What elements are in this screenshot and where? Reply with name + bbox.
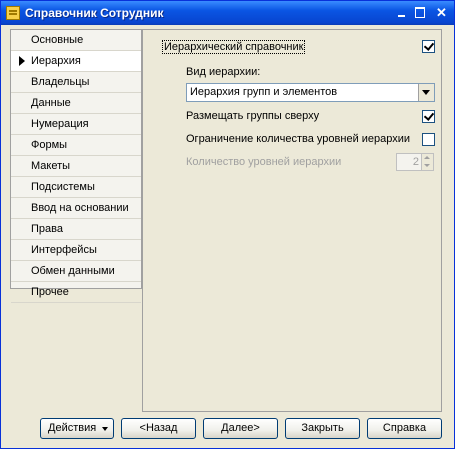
sidebar-item-interfaces[interactable]: Интерфейсы bbox=[11, 240, 141, 261]
sidebar-item-rights[interactable]: Права bbox=[11, 219, 141, 240]
dropdown-arrow-icon[interactable] bbox=[418, 84, 434, 101]
help-button[interactable]: Справка bbox=[367, 418, 442, 439]
sidebar-item-label: Нумерация bbox=[31, 118, 89, 130]
sidebar-item-label: Владельцы bbox=[31, 76, 90, 88]
title-bar[interactable]: Справочник Сотрудник ✕ bbox=[1, 1, 454, 25]
hierarchical-catalog-label[interactable]: Иерархический справочник bbox=[162, 40, 306, 54]
actions-button-label: Действия bbox=[48, 422, 97, 434]
minimize-button[interactable] bbox=[394, 5, 409, 20]
groups-on-top-label: Размещать группы сверху bbox=[186, 110, 320, 122]
next-button[interactable]: Далее> bbox=[203, 418, 278, 439]
sidebar-item-label: Данные bbox=[31, 97, 71, 109]
sidebar-item-numbering[interactable]: Нумерация bbox=[11, 114, 141, 135]
sidebar-item-label: Иерархия bbox=[31, 55, 81, 67]
sidebar-item-label: Ввод на основании bbox=[31, 202, 129, 214]
catalog-icon bbox=[6, 6, 20, 20]
close-button[interactable]: Закрыть bbox=[285, 418, 360, 439]
sidebar-item-label: Права bbox=[31, 223, 63, 235]
sidebar-item-label: Формы bbox=[31, 139, 68, 151]
sidebar-item-label: Основные bbox=[31, 34, 84, 46]
sidebar-item-input-based-on[interactable]: Ввод на основании bbox=[11, 198, 141, 219]
sidebar-item-basic[interactable]: Основные bbox=[11, 30, 141, 51]
hierarchical-catalog-checkbox[interactable] bbox=[422, 40, 435, 53]
sidebar-item-templates[interactable]: Макеты bbox=[11, 156, 141, 177]
sidebar-item-label: Обмен данными bbox=[31, 265, 115, 277]
sidebar-item-subsystems[interactable]: Подсистемы bbox=[11, 177, 141, 198]
actions-button[interactable]: Действия bbox=[40, 418, 114, 439]
sidebar-item-label: Подсистемы bbox=[31, 181, 95, 193]
limit-levels-checkbox[interactable] bbox=[422, 133, 435, 146]
current-item-arrow-icon bbox=[19, 56, 25, 66]
hierarchy-type-label: Вид иерархии: bbox=[186, 66, 261, 78]
spin-down-icon[interactable] bbox=[421, 162, 433, 170]
sidebar-item-hierarchy[interactable]: Иерархия bbox=[11, 51, 141, 72]
sidebar-item-data[interactable]: Данные bbox=[11, 93, 141, 114]
back-button[interactable]: <Назад bbox=[121, 418, 196, 439]
sidebar-item-data-exchange[interactable]: Обмен данными bbox=[11, 261, 141, 282]
sidebar-item-label: Прочее bbox=[31, 286, 69, 298]
window-title: Справочник Сотрудник bbox=[25, 6, 164, 20]
sidebar-item-label: Макеты bbox=[31, 160, 71, 172]
spin-up-icon[interactable] bbox=[421, 154, 433, 162]
hierarchy-type-select[interactable]: Иерархия групп и элементов bbox=[186, 83, 435, 102]
limit-levels-label: Ограничение количества уровней иерархии bbox=[186, 133, 411, 145]
close-window-button[interactable]: ✕ bbox=[434, 5, 449, 20]
chevron-down-icon bbox=[102, 427, 108, 431]
sidebar-item-owners[interactable]: Владельцы bbox=[11, 72, 141, 93]
levels-count-label: Количество уровней иерархии bbox=[186, 156, 342, 168]
levels-count-value: 2 bbox=[412, 156, 419, 168]
maximize-button[interactable] bbox=[413, 5, 428, 20]
groups-on-top-checkbox[interactable] bbox=[422, 110, 435, 123]
levels-count-stepper[interactable]: 2 bbox=[396, 153, 434, 171]
sidebar-item-other[interactable]: Прочее bbox=[11, 282, 141, 303]
hierarchy-type-value: Иерархия групп и элементов bbox=[190, 86, 338, 98]
sidebar-nav: Основные Иерархия Владельцы Данные Нумер… bbox=[10, 29, 142, 303]
sidebar-item-label: Интерфейсы bbox=[31, 244, 97, 256]
sidebar-item-forms[interactable]: Формы bbox=[11, 135, 141, 156]
